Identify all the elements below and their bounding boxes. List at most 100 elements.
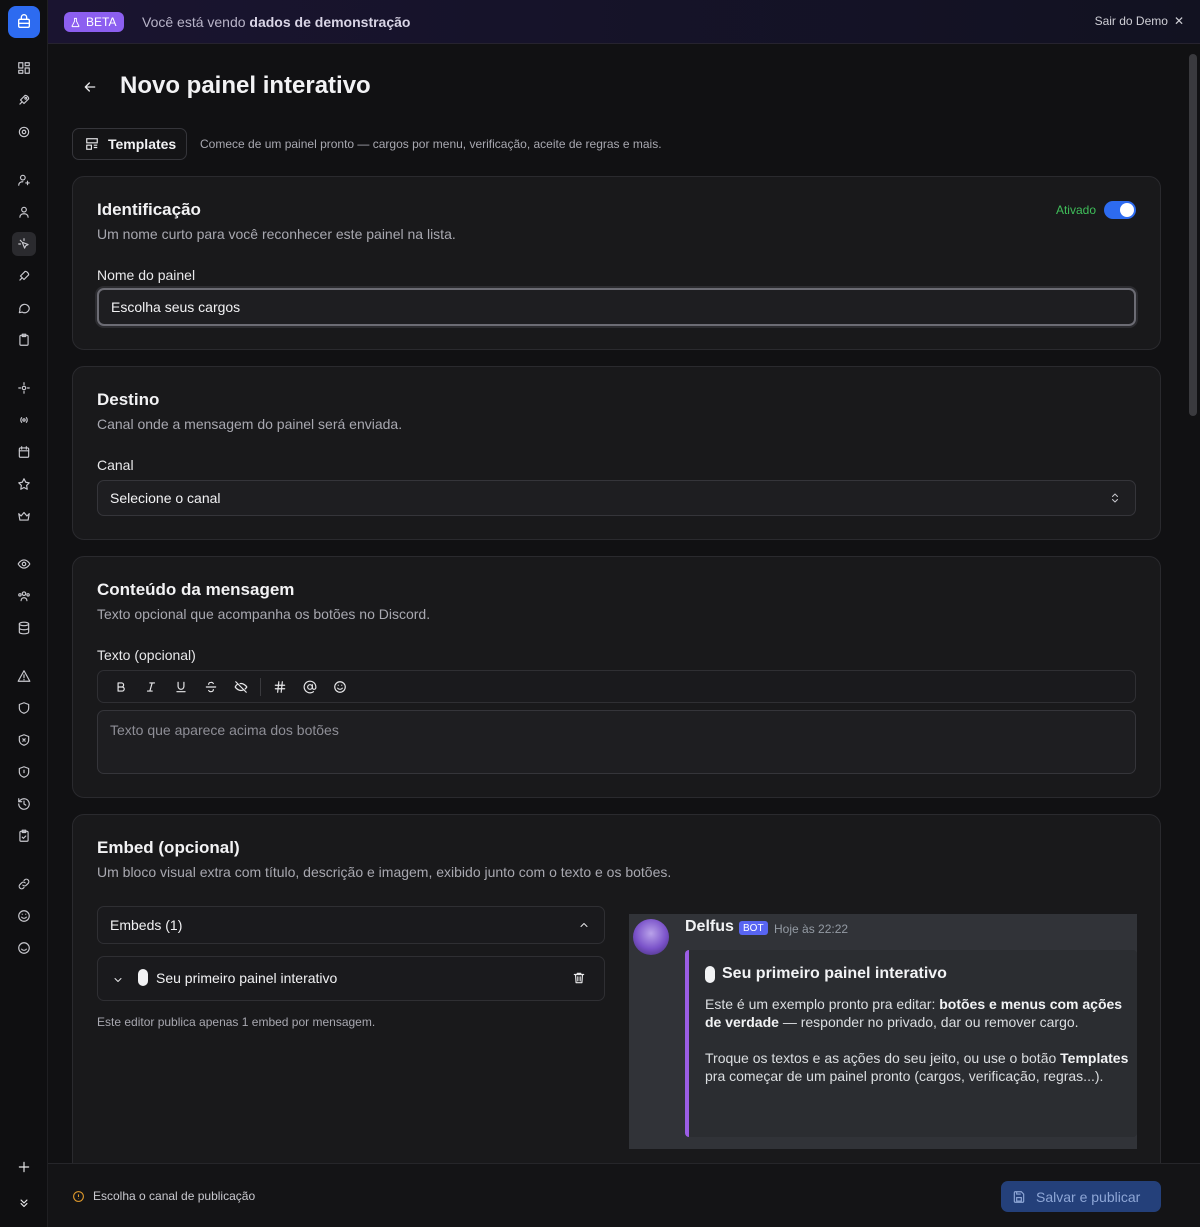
database-icon[interactable] <box>12 616 36 640</box>
bottom-action-bar: Escolha o canal de publicação Salvar e p… <box>48 1163 1200 1227</box>
crown-icon[interactable] <box>12 504 36 528</box>
active-status-label: Ativado <box>1055 203 1096 217</box>
eye-off-icon <box>234 680 248 693</box>
shield-refresh-icon[interactable] <box>12 696 36 720</box>
emoji-button[interactable] <box>325 675 355 699</box>
clipboard-icon[interactable] <box>12 328 36 352</box>
mention-button[interactable] <box>295 675 325 699</box>
preview-text: Este é um exemplo pronto pra editar: <box>705 996 940 1012</box>
save-icon <box>1013 1190 1025 1203</box>
destination-title: Destino <box>97 390 160 409</box>
arrow-left-icon <box>84 82 96 92</box>
discord-preview: Delfus BOT Hoje às 22:22 Seu primeiro pa… <box>629 914 1137 1149</box>
history-icon[interactable] <box>12 792 36 816</box>
italic-button[interactable] <box>136 675 166 699</box>
embed-description: Um bloco visual extra com título, descri… <box>97 864 672 880</box>
bot-tag: BOT <box>739 921 768 935</box>
chevron-down-icon[interactable] <box>112 973 124 989</box>
chevron-up-icon <box>578 918 590 934</box>
users-icon[interactable] <box>12 584 36 608</box>
chevrons-down-icon[interactable] <box>16 1195 32 1211</box>
page-title: Novo painel interativo <box>120 72 371 99</box>
demo-bold: dados de demonstração <box>249 14 411 30</box>
main-content: Novo painel interativo Templates Comece … <box>48 45 1185 1163</box>
scrollbar[interactable] <box>1189 54 1197 416</box>
templates-button[interactable]: Templates <box>72 128 187 160</box>
user-icon[interactable] <box>12 200 36 224</box>
shield-icon[interactable] <box>12 760 36 784</box>
rocket-icon[interactable] <box>12 88 36 112</box>
mouse-icon <box>705 965 715 983</box>
link-icon[interactable] <box>12 872 36 896</box>
beta-badge: BETA <box>64 12 125 32</box>
sidebar <box>0 0 48 1227</box>
spoiler-button[interactable] <box>226 675 256 699</box>
alert-icon[interactable] <box>12 664 36 688</box>
embed-title: Embed (opcional) <box>97 838 240 857</box>
mouse-icon <box>138 969 148 986</box>
strikethrough-icon <box>205 681 217 692</box>
message-content-description: Texto opcional que acompanha os botões n… <box>97 606 431 622</box>
formatting-toolbar <box>97 670 1136 703</box>
active-toggle[interactable] <box>1104 201 1136 219</box>
panel-name-input[interactable]: Escolha seus cargos <box>97 288 1136 326</box>
star-icon[interactable] <box>12 472 36 496</box>
embed-preview-description: Este é um exemplo pronto pra editar: bot… <box>705 995 1130 1085</box>
eye-icon[interactable] <box>12 552 36 576</box>
identification-card: Identificação Um nome curto para você re… <box>72 176 1161 350</box>
hash-icon <box>274 680 286 693</box>
add-icon[interactable] <box>16 1159 32 1175</box>
back-button[interactable] <box>78 75 102 99</box>
alert-circle-icon <box>73 1190 84 1202</box>
rocket-icon[interactable] <box>12 264 36 288</box>
pointer-click-icon[interactable] <box>12 232 36 256</box>
channel-label: Canal <box>97 457 134 473</box>
smile-plus-icon[interactable] <box>12 936 36 960</box>
channel-select[interactable]: Selecione o canal <box>97 480 1136 516</box>
chevrons-up-down-icon <box>1109 491 1121 508</box>
clipboard-check-icon[interactable] <box>12 824 36 848</box>
embed-limit-note: Este editor publica apenas 1 embed por m… <box>97 1015 376 1029</box>
save-publish-label: Salvar e publicar <box>1036 1188 1141 1205</box>
save-publish-button[interactable]: Salvar e publicar <box>1001 1181 1161 1212</box>
exit-demo-button[interactable]: Sair do Demo ✕ <box>1095 14 1184 28</box>
panel-name-label: Nome do painel <box>97 267 196 283</box>
identification-description: Um nome curto para você reconhecer este … <box>97 226 456 242</box>
delete-embed-button[interactable] <box>572 971 586 988</box>
underline-button[interactable] <box>166 675 196 699</box>
bot-avatar <box>633 919 669 955</box>
preview-text: Troque os textos e as ações do seu jeito… <box>705 1050 1061 1066</box>
channel-button[interactable] <box>265 675 295 699</box>
user-plus-icon[interactable] <box>12 168 36 192</box>
smile-icon[interactable] <box>12 904 36 928</box>
message-icon[interactable] <box>12 296 36 320</box>
settings-cog-icon[interactable] <box>12 376 36 400</box>
embed-item[interactable]: Seu primeiro painel interativo <box>97 956 605 1001</box>
publish-warning: Escolha o canal de publicação <box>72 1189 255 1203</box>
text-label: Texto (opcional) <box>97 647 196 663</box>
bold-button[interactable] <box>106 675 136 699</box>
demo-notice: Você está vendo dados de demonstração <box>142 14 410 30</box>
demo-banner: BETA Você está vendo dados de demonstraç… <box>48 0 1200 44</box>
embeds-collapsible[interactable]: Embeds (1) <box>97 906 605 944</box>
embed-preview-title: Seu primeiro painel interativo <box>705 965 947 983</box>
preview-text: pra começar de um painel pronto (cargos,… <box>705 1068 1104 1084</box>
dashboard-icon[interactable] <box>12 56 36 80</box>
at-sign-icon <box>303 680 317 693</box>
message-timestamp: Hoje às 22:22 <box>774 922 849 936</box>
bold-icon <box>117 681 125 692</box>
preview-text: — responder no privado, dar ou remover c… <box>778 1014 1079 1030</box>
destination-description: Canal onde a mensagem do painel será env… <box>97 416 403 432</box>
flask-icon <box>71 17 80 27</box>
strikethrough-button[interactable] <box>196 675 226 699</box>
app-logo-icon[interactable] <box>8 6 40 38</box>
underline-icon <box>176 681 186 692</box>
calendar-icon[interactable] <box>12 440 36 464</box>
smile-icon <box>334 680 346 693</box>
trash-icon <box>573 972 585 984</box>
shield-x-icon[interactable] <box>12 728 36 752</box>
settings-icon[interactable] <box>12 120 36 144</box>
message-text-input[interactable]: Texto que aparece acima dos botões <box>97 710 1136 774</box>
broadcast-icon[interactable] <box>12 408 36 432</box>
preview-bold: Templates <box>1060 1050 1129 1066</box>
